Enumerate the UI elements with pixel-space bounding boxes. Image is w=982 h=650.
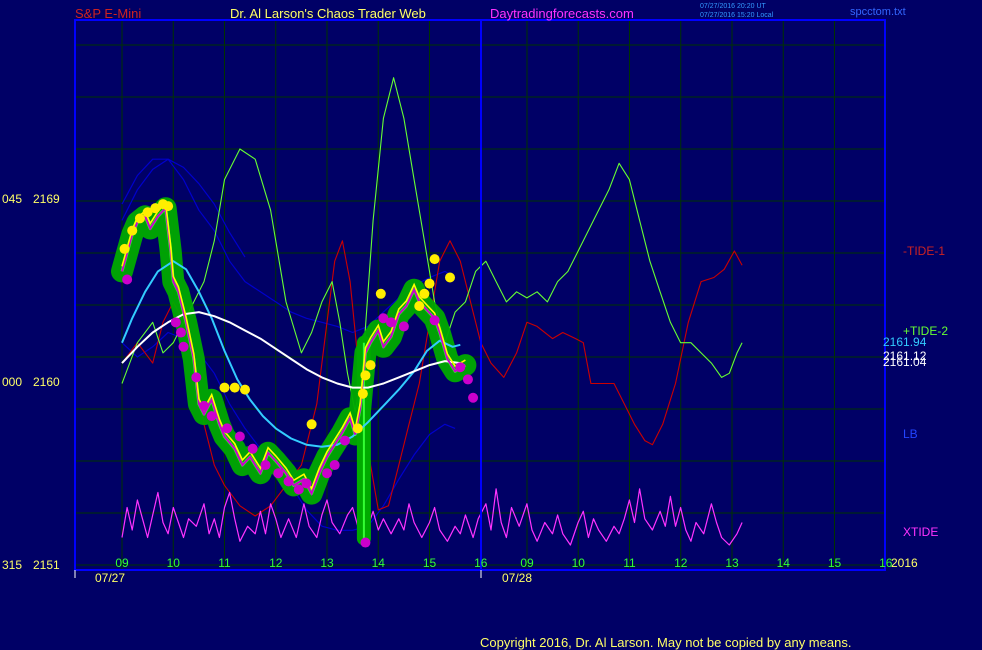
yellow-dot [429,254,440,265]
yellow-dot [445,272,455,283]
magenta-dot [170,317,181,328]
y-right-label-bottom: 2151 [33,558,60,572]
web-title: Dr. Al Larson's Chaos Trader Web [230,6,426,21]
magenta-dot [260,460,271,471]
year-label: 2016 [891,556,918,570]
x-tick-label: 13 [725,556,739,570]
yellow-dot [365,360,376,371]
x-tick-label: 11 [218,556,231,570]
x-tick-label: 13 [320,556,334,570]
magenta-dot [122,274,133,285]
yellow-dot [375,288,386,299]
yellow-dot [119,243,130,254]
end-value-cyan: 2161.94 [883,335,927,349]
yellow-dot [414,301,425,312]
magenta-dot [222,423,233,434]
x-tick-label: 09 [520,556,534,570]
yellow-dot [127,225,138,236]
yellow-dot [306,419,317,430]
magenta-dot [301,478,312,489]
magenta-dot [175,327,186,338]
utc-time: 07/27/2016 20:20 UT [700,3,766,10]
x-tick-label: 14 [777,556,791,570]
file-name: spcctom.txt [850,6,906,18]
site-name: Daytradingforecasts.com [490,6,634,21]
copyright-notice: Copyright 2016, Dr. Al Larson. May not b… [480,635,851,650]
instrument-title: S&P E-Mini [75,6,141,21]
date-label-day1: 07/27 [95,571,125,585]
x-tick-label: 11 [623,556,636,570]
magenta-dot [206,411,217,422]
local-time: 07/27/2016 15:20 Local [700,12,774,19]
magenta-dot [247,443,258,454]
x-tick-label: 10 [167,556,181,570]
yellow-dot [229,382,240,393]
yellow-dot [163,201,174,212]
y-right-label-top: 2169 [33,192,60,206]
magenta-dot [322,468,332,479]
magenta-dot [360,537,371,548]
magenta-dot [462,374,473,385]
yellow-dot [357,388,368,399]
magenta-dot [234,431,245,442]
magenta-dot [468,392,479,403]
magenta-dot [429,315,440,326]
magenta-dot [386,317,397,328]
chaos-trader-chart: S&P E-Mini Dr. Al Larson's Chaos Trader … [0,0,982,650]
legend-xtide: XTIDE [903,525,938,539]
y-left-label-bottom: 315 [2,558,22,572]
end-value-white: 2161.04 [883,355,927,369]
magenta-dot [273,468,284,479]
legend-tide1: -TIDE-1 [903,244,945,258]
y-left-label-mid: 000 [2,375,22,389]
x-tick-label: 10 [572,556,586,570]
date-label-day2: 07/28 [502,571,532,585]
y-left-label-top: 045 [2,192,22,206]
magenta-dot [455,362,466,373]
magenta-dot [199,400,209,411]
magenta-dot [178,341,189,352]
yellow-dot [424,278,435,289]
x-tick-label: 16 [474,556,488,570]
magenta-dot [191,372,202,383]
x-tick-label: 09 [115,556,129,570]
x-tick-label: 14 [372,556,386,570]
magenta-dot [329,460,340,471]
yellow-dot [219,382,230,393]
yellow-dot [360,370,371,381]
x-tick-label: 15 [423,556,437,570]
magenta-dot [283,476,294,487]
x-tick-label: 15 [828,556,842,570]
magenta-dot [339,435,350,446]
yellow-dot [240,384,250,395]
legend-lb: LB [903,427,918,441]
magenta-dot [398,321,409,332]
y-right-label-mid: 2160 [33,375,60,389]
x-tick-label: 12 [269,556,283,570]
yellow-dot [419,288,430,299]
x-tick-label: 12 [674,556,688,570]
yellow-dot [352,423,363,434]
